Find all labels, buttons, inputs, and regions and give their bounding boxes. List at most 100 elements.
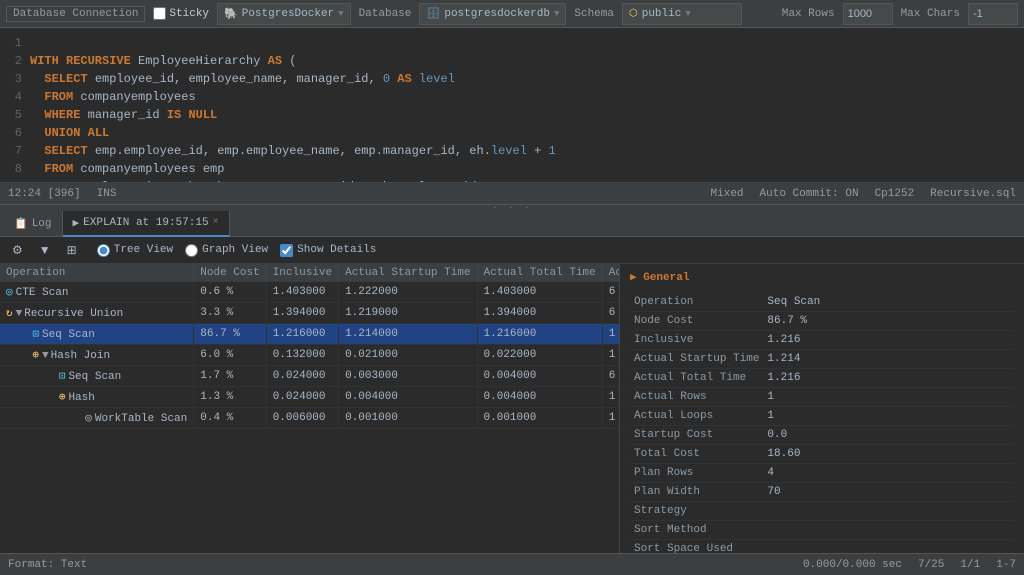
code-line-1 — [30, 34, 1024, 52]
schema-label: Schema — [574, 8, 614, 20]
table-body: ◎CTE Scan 0.6 % 1.403000 1.222000 1.4030… — [0, 282, 619, 429]
code-line-8: FROM companyemployees emp — [30, 160, 1024, 178]
props-row: Sort Space Used — [630, 540, 1014, 554]
row-icon: ⊕ — [59, 392, 66, 404]
code-line-9: JOIN EmployeeHierarchy eh ON emp.manager… — [30, 178, 1024, 183]
props-row: Actual Rows 1 — [630, 388, 1014, 407]
prop-value — [763, 502, 1014, 521]
db-connection-label: Database Connection — [6, 6, 145, 22]
explain-icon: ▶ — [73, 216, 80, 230]
schema-icon: ⬡ — [629, 8, 638, 20]
max-rows-input[interactable] — [843, 3, 893, 25]
cell-actual-total: 0.022000 — [477, 345, 602, 366]
cp-status: Cp1252 — [875, 188, 915, 200]
props-row: Total Cost 18.60 — [630, 445, 1014, 464]
line-numbers: 12345 678910 1112 — [0, 32, 30, 178]
expand-icon[interactable]: ▼ — [16, 308, 23, 320]
tree-view-label: Tree View — [114, 244, 173, 256]
cell-actual-total: 0.001000 — [477, 408, 602, 429]
cell-inclusive: 0.024000 — [266, 366, 338, 387]
ratio-status: 1/1 — [960, 559, 980, 571]
cell-actual-startup: 0.004000 — [339, 387, 477, 408]
explain-tab-close[interactable]: × — [213, 217, 219, 228]
table-row[interactable]: ⊕▼Hash Join 6.0 % 0.132000 0.021000 0.02… — [0, 345, 619, 366]
cell-node-cost: 6.0 % — [194, 345, 266, 366]
table-header: Operation Node Cost Inclusive Actual Sta… — [0, 264, 619, 282]
prop-value: 0.0 — [763, 426, 1014, 445]
prop-label: Actual Startup Time — [630, 350, 763, 369]
toolbar-btn-3[interactable]: ⊞ — [63, 241, 81, 259]
explain-table-area: Operation Node Cost Inclusive Actual Sta… — [0, 264, 620, 553]
cell-actual-rows: 6 — [602, 282, 619, 303]
tree-view-option[interactable]: Tree View — [97, 244, 173, 257]
props-row: Startup Cost 0.0 — [630, 426, 1014, 445]
bottom-panel: 📋 Log ▶ EXPLAIN at 19:57:15 × ⚙ ▼ ⊞ Tree… — [0, 211, 1024, 575]
cell-operation: ⊕▼Hash Join — [0, 345, 194, 366]
cell-actual-total: 1.394000 — [477, 303, 602, 324]
prop-label: Startup Cost — [630, 426, 763, 445]
show-details-option[interactable]: Show Details — [280, 244, 376, 257]
table-scroll[interactable]: Operation Node Cost Inclusive Actual Sta… — [0, 264, 619, 553]
table-row[interactable]: ↻▼Recursive Union 3.3 % 1.394000 1.21900… — [0, 303, 619, 324]
toolbar-btn-2[interactable]: ▼ — [35, 241, 55, 259]
editor-area[interactable]: 12345 678910 1112 WITH RECURSIVE Employe… — [0, 28, 1024, 183]
prop-value: 1 — [763, 388, 1014, 407]
explain-table: Operation Node Cost Inclusive Actual Sta… — [0, 264, 619, 429]
connection-dropdown[interactable]: 🐘 PostgresDocker ▼ — [217, 3, 351, 25]
code-line-5: WHERE manager_id IS NULL — [30, 106, 1024, 124]
cell-operation: ⊕Hash — [0, 387, 194, 408]
toolbar-btn-1[interactable]: ⚙ — [8, 241, 27, 259]
sticky-label: Sticky — [169, 8, 209, 20]
table-row[interactable]: ⊡Seq Scan 1.7 % 0.024000 0.003000 0.0040… — [0, 366, 619, 387]
bottom-status-bar: Format: Text 0.000/0.000 sec 7/25 1/1 1-… — [0, 553, 1024, 575]
prop-value: 70 — [763, 483, 1014, 502]
col-operation: Operation — [0, 264, 194, 282]
prop-label: Actual Total Time — [630, 369, 763, 388]
prop-label: Actual Rows — [630, 388, 763, 407]
properties-panel: ▶ General Operation Seq Scan Node Cost 8… — [620, 264, 1024, 553]
cell-node-cost: 1.3 % — [194, 387, 266, 408]
cursor-position: 12:24 [396] — [8, 188, 81, 200]
max-chars-input[interactable] — [968, 3, 1018, 25]
table-row[interactable]: ⊡Seq Scan 86.7 % 1.216000 1.214000 1.216… — [0, 324, 619, 345]
props-section-title: ▶ General — [630, 270, 1014, 287]
props-row: Actual Total Time 1.216 — [630, 369, 1014, 388]
explain-tab[interactable]: ▶ EXPLAIN at 19:57:15 × — [63, 211, 230, 237]
table-row[interactable]: ⊕Hash 1.3 % 0.024000 0.004000 0.004000 1… — [0, 387, 619, 408]
cell-operation: ◎WorkTable Scan — [0, 408, 194, 429]
schema-dropdown[interactable]: ⬡ public ▼ — [622, 3, 742, 25]
sticky-checkbox[interactable]: Sticky — [153, 7, 209, 20]
prop-value: 18.60 — [763, 445, 1014, 464]
cell-operation: ⊡Seq Scan — [0, 366, 194, 387]
file-status: Recursive.sql — [930, 188, 1016, 200]
prop-value: 4 — [763, 464, 1014, 483]
code-line-4: FROM companyemployees — [30, 88, 1024, 106]
log-icon: 📋 — [14, 217, 28, 231]
log-tab-label: Log — [32, 218, 52, 230]
table-row[interactable]: ◎CTE Scan 0.6 % 1.403000 1.222000 1.4030… — [0, 282, 619, 303]
code-line-3: SELECT employee_id, employee_name, manag… — [30, 70, 1024, 88]
format-status: Format: Text — [8, 559, 87, 571]
info-status: 1-7 — [996, 559, 1016, 571]
prop-label: Sort Method — [630, 521, 763, 540]
log-tab[interactable]: 📋 Log — [4, 211, 63, 237]
cell-inclusive: 0.024000 — [266, 387, 338, 408]
expand-icon[interactable]: ▼ — [42, 350, 49, 362]
cell-actual-total: 1.216000 — [477, 324, 602, 345]
cell-actual-rows: 1 — [602, 345, 619, 366]
row-icon: ⊡ — [59, 371, 66, 383]
prop-value: 1.214 — [763, 350, 1014, 369]
database-dropdown[interactable]: 🗄 postgresdockerdb ▼ — [419, 3, 566, 25]
cell-inclusive: 0.132000 — [266, 345, 338, 366]
cell-actual-rows: 6 — [602, 303, 619, 324]
props-row: Strategy — [630, 502, 1014, 521]
db-icon: 🗄 — [426, 7, 440, 21]
graph-view-label: Graph View — [202, 244, 268, 256]
graph-view-option[interactable]: Graph View — [185, 244, 268, 257]
cell-node-cost: 3.3 % — [194, 303, 266, 324]
table-row[interactable]: ◎WorkTable Scan 0.4 % 0.006000 0.001000 … — [0, 408, 619, 429]
prop-label: Total Cost — [630, 445, 763, 464]
code-editor[interactable]: WITH RECURSIVE EmployeeHierarchy AS ( SE… — [30, 32, 1024, 178]
prop-value: 1.216 — [763, 331, 1014, 350]
row-icon: ↻ — [6, 308, 13, 320]
